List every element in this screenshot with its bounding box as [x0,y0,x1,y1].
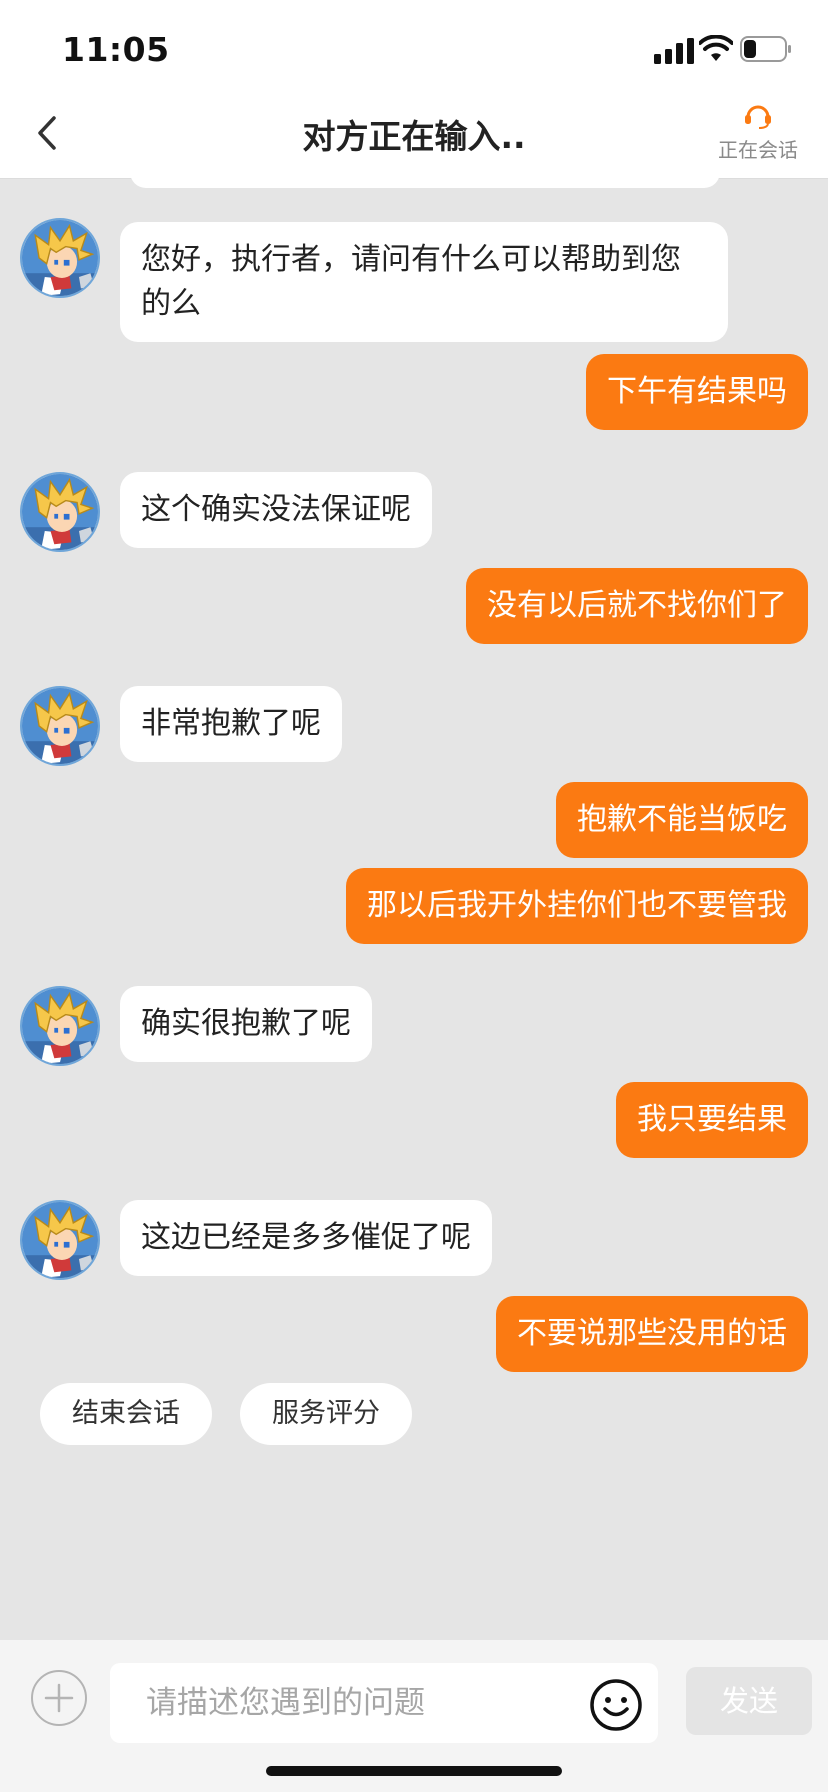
home-indicator[interactable] [266,1766,562,1776]
user-message-bubble: 不要说那些没用的话 [496,1296,808,1372]
add-attachment-icon[interactable] [30,1669,88,1727]
end-session-button[interactable]: 结束会话 [40,1383,212,1445]
wifi-icon [699,35,733,61]
agent-status[interactable]: 正在会话 [708,102,808,172]
agent-message-bubble: 确实很抱歉了呢 [120,986,372,1062]
agent-message-bubble: 这个确实没法保证呢 [120,472,432,548]
rate-service-button[interactable]: 服务评分 [240,1383,412,1445]
page-title: 对方正在输入.. [302,117,526,156]
cellular-signal-icon [654,38,694,64]
message-input[interactable] [110,1663,658,1743]
previous-message-bubble [130,178,720,188]
user-message-bubble: 我只要结果 [616,1082,808,1158]
chat-header: 对方正在输入.. 正在会话 [0,88,828,179]
battery-icon [740,36,791,62]
agent-avatar[interactable] [20,472,100,552]
user-message-bubble: 抱歉不能当饭吃 [556,782,808,858]
user-message-bubble: 没有以后就不找你们了 [466,568,808,644]
agent-status-label: 正在会话 [718,138,798,162]
agent-avatar[interactable] [20,686,100,766]
send-button[interactable]: 发送 [686,1667,812,1735]
status-bar: 11:05 [0,0,828,88]
agent-avatar[interactable] [20,218,100,298]
user-message-bubble: 下午有结果吗 [586,354,808,430]
agent-message-bubble: 非常抱歉了呢 [120,686,342,762]
user-message-bubble: 那以后我开外挂你们也不要管我 [346,868,808,944]
agent-message-bubble: 您好，执行者，请问有什么可以帮助到您的么 [120,222,728,342]
agent-avatar[interactable] [20,1200,100,1280]
agent-avatar[interactable] [20,986,100,1066]
status-time: 11:05 [62,30,170,69]
emoji-icon[interactable] [589,1678,643,1732]
headset-icon [745,105,771,129]
agent-message-bubble: 这边已经是多多催促了呢 [120,1200,492,1276]
